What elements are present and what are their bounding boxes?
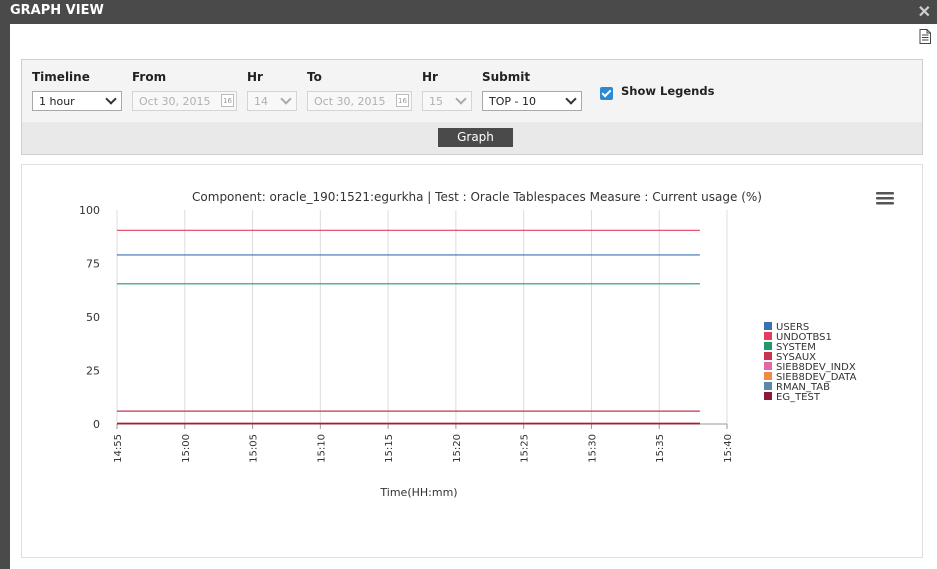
from-hr-value: 14 — [254, 95, 268, 108]
x-tick-label: 15:40 — [723, 434, 734, 463]
y-tick-label: 25 — [86, 365, 100, 378]
to-date-value: Oct 30, 2015 — [314, 95, 386, 108]
x-tick-label: 15:00 — [181, 434, 192, 463]
to-hr-label: Hr — [422, 70, 438, 84]
x-tick-label: 15:10 — [316, 434, 327, 463]
legend-swatch — [764, 362, 772, 370]
x-tick-label: 14:55 — [113, 434, 124, 463]
y-tick-label: 50 — [86, 311, 100, 324]
legend-swatch — [764, 332, 772, 340]
to-hr-select[interactable]: 15 — [422, 91, 472, 111]
series-lines — [117, 229, 700, 425]
x-axis-ticks: 14:55 15:00 15:05 15:10 15:15 15:20 15:25 15:30… — [113, 424, 734, 463]
chart-legend: USERSUNDOTBS1SYSTEMSYSAUXSIEB8DEV_INDXSI… — [764, 322, 857, 403]
legend-swatch — [764, 372, 772, 380]
chart-title: Component: oracle_190:1521:egurkha | Tes… — [192, 190, 762, 204]
graph-button[interactable]: Graph — [438, 128, 513, 147]
document-icon[interactable] — [919, 29, 931, 44]
chart-card: Component: oracle_190:1521:egurkha | Tes… — [21, 164, 923, 558]
y-tick-label: 100 — [79, 204, 100, 217]
calendar-icon[interactable]: 16 — [221, 94, 234, 107]
from-date-value: Oct 30, 2015 — [139, 95, 211, 108]
from-date-field[interactable]: Oct 30, 2015 16 — [132, 91, 237, 111]
filter-controls: Timeline 1 hour From Oct 30, 2015 16 Hr … — [22, 60, 922, 122]
hamburger-menu-icon[interactable] — [876, 192, 894, 205]
x-tick-label: 15:20 — [452, 434, 463, 463]
graph-view-content: Timeline 1 hour From Oct 30, 2015 16 Hr … — [10, 24, 937, 569]
legend-swatch — [764, 352, 772, 360]
submit-label: Submit — [482, 70, 531, 84]
y-tick-label: 75 — [86, 258, 100, 271]
x-tick-label: 15:05 — [249, 434, 260, 463]
legend-swatch — [764, 392, 772, 400]
show-legends-checkbox[interactable] — [600, 87, 613, 100]
timeline-select[interactable]: 1 hour — [32, 91, 122, 111]
chevron-down-icon — [455, 93, 467, 105]
legend-swatch — [764, 342, 772, 350]
window-titlebar: GRAPH VIEW ✕ — [0, 0, 937, 24]
calendar-icon[interactable]: 16 — [396, 94, 409, 107]
submit-select[interactable]: TOP - 10 — [482, 91, 582, 111]
from-hr-select[interactable]: 14 — [247, 91, 297, 111]
line-chart: Component: oracle_190:1521:egurkha | Tes… — [79, 190, 894, 499]
show-legends-label[interactable]: Show Legends — [621, 84, 714, 98]
legend-swatch — [764, 382, 772, 390]
chart-grid — [116, 210, 728, 425]
timeline-value: 1 hour — [39, 95, 75, 108]
x-axis-label: Time(HH:mm) — [379, 486, 457, 499]
filter-bar: Timeline 1 hour From Oct 30, 2015 16 Hr … — [21, 59, 923, 155]
x-tick-label: 15:35 — [655, 434, 666, 463]
chevron-down-icon — [105, 93, 117, 105]
legend-swatch — [764, 322, 772, 330]
submit-value: TOP - 10 — [489, 95, 536, 108]
from-label: From — [132, 70, 167, 84]
x-tick-label: 15:30 — [587, 434, 598, 463]
timeline-label: Timeline — [32, 70, 90, 84]
to-hr-value: 15 — [429, 95, 443, 108]
window-title: GRAPH VIEW — [10, 3, 104, 18]
from-hr-label: Hr — [247, 70, 263, 84]
chevron-down-icon — [565, 93, 577, 105]
y-axis-ticks: 100 75 50 25 0 — [79, 204, 100, 431]
to-label: To — [307, 70, 322, 84]
to-date-field[interactable]: Oct 30, 2015 16 — [307, 91, 412, 111]
legend-item[interactable]: EG_TEST — [776, 392, 821, 403]
x-tick-label: 15:25 — [520, 434, 531, 463]
chevron-down-icon — [280, 93, 292, 105]
y-tick-label: 0 — [93, 418, 100, 431]
x-tick-label: 15:15 — [384, 434, 395, 463]
close-icon[interactable]: ✕ — [918, 2, 931, 22]
